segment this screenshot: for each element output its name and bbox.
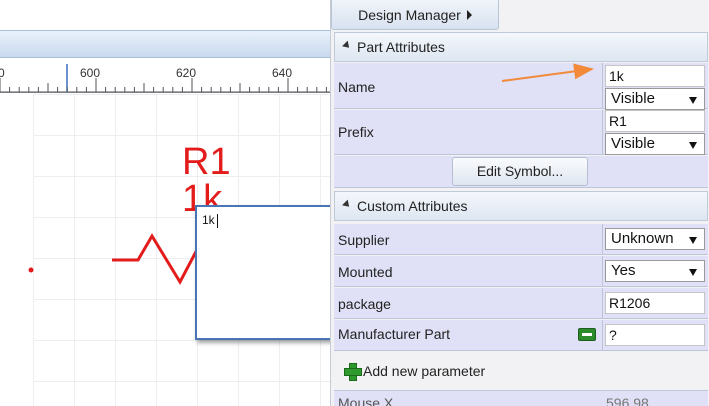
schematic-canvas[interactable]: 0 600 620 640 R1 1k 1k (0, 0, 330, 406)
collapse-triangle-icon (342, 40, 352, 51)
mouse-x-value: 596.98 (606, 395, 649, 406)
prefix-input[interactable]: R1 (605, 110, 705, 132)
dropdown-arrow-icon (689, 97, 697, 104)
add-new-parameter-label: Add new parameter (363, 363, 486, 379)
mounted-label: Mounted (338, 264, 393, 280)
ruler-label-640: 640 (272, 66, 293, 80)
name-input[interactable]: 1k (605, 65, 705, 87)
mouse-x-row: Mouse X 596.98 (334, 390, 708, 406)
mounted-value: Yes (611, 262, 636, 279)
manufacturer-part-value-cell: ? (602, 320, 708, 350)
expand-right-icon (466, 9, 472, 20)
inline-edit-popup[interactable]: 1k (195, 205, 330, 340)
prefix-visibility-value: Visible (611, 135, 655, 152)
manufacturer-part-label: Manufacturer Part (338, 326, 451, 342)
dropdown-arrow-icon (689, 237, 697, 244)
mounted-select[interactable]: Yes (605, 260, 705, 282)
mounted-row: Mounted Yes (334, 256, 708, 287)
manufacturer-part-input[interactable]: ? (605, 324, 705, 346)
name-visibility-value: Visible (611, 90, 655, 107)
prefix-visibility-select[interactable]: Visible (605, 133, 705, 155)
supplier-value: Unknown (611, 230, 674, 247)
name-label: Name (338, 79, 376, 95)
custom-attributes-header[interactable]: Custom Attributes (334, 191, 708, 221)
ruler-label-620: 620 (176, 66, 197, 80)
name-value-cell: 1k Visible (602, 63, 708, 110)
pin-endpoint-dot (28, 267, 34, 273)
collapse-triangle-icon (342, 199, 352, 210)
inline-edit-text[interactable]: 1k (202, 213, 215, 227)
package-label: package (338, 296, 391, 312)
dropdown-arrow-icon (689, 142, 697, 149)
supplier-value-cell: Unknown (602, 224, 708, 254)
text-caret (217, 214, 218, 228)
horizontal-ruler: 0 600 620 640 (0, 64, 330, 93)
edit-symbol-button[interactable]: Edit Symbol... (452, 157, 588, 186)
ruler-label-partial: 0 (0, 66, 5, 80)
package-input[interactable]: R1206 (605, 292, 705, 314)
properties-panel: Design Manager Part Attributes Name 1k V… (330, 0, 709, 406)
design-manager-label: Design Manager (358, 6, 461, 23)
design-manager-button[interactable]: Design Manager (331, 0, 499, 30)
manufacturer-part-row: Manufacturer Part ? (334, 320, 708, 351)
mounted-value-cell: Yes (602, 256, 708, 286)
prefix-value-cell: R1 Visible (602, 110, 708, 155)
prefix-row: Prefix R1 Visible (334, 110, 708, 155)
name-row: Name 1k Visible (334, 63, 708, 110)
package-row: package R1206 (334, 288, 708, 319)
supplier-row: Supplier Unknown (334, 224, 708, 255)
resistor-zigzag (112, 233, 202, 286)
plus-icon (343, 362, 362, 381)
remove-attribute-icon[interactable] (578, 328, 596, 341)
canvas-tab-bar (0, 30, 330, 58)
ruler-label-600: 600 (80, 66, 101, 80)
part-attributes-title: Part Attributes (357, 39, 445, 55)
add-new-parameter-button[interactable]: Add new parameter (343, 358, 485, 384)
package-value-cell: R1206 (602, 288, 708, 318)
dropdown-arrow-icon (689, 269, 697, 276)
prefix-label: Prefix (338, 124, 374, 140)
resistor-ref-designator[interactable]: R1 (182, 143, 231, 181)
supplier-label: Supplier (338, 232, 390, 248)
custom-attributes-title: Custom Attributes (357, 198, 468, 214)
mouse-x-label: Mouse X (338, 395, 394, 406)
part-attributes-header[interactable]: Part Attributes (334, 32, 708, 62)
supplier-select[interactable]: Unknown (605, 228, 705, 250)
name-visibility-select[interactable]: Visible (605, 88, 705, 110)
